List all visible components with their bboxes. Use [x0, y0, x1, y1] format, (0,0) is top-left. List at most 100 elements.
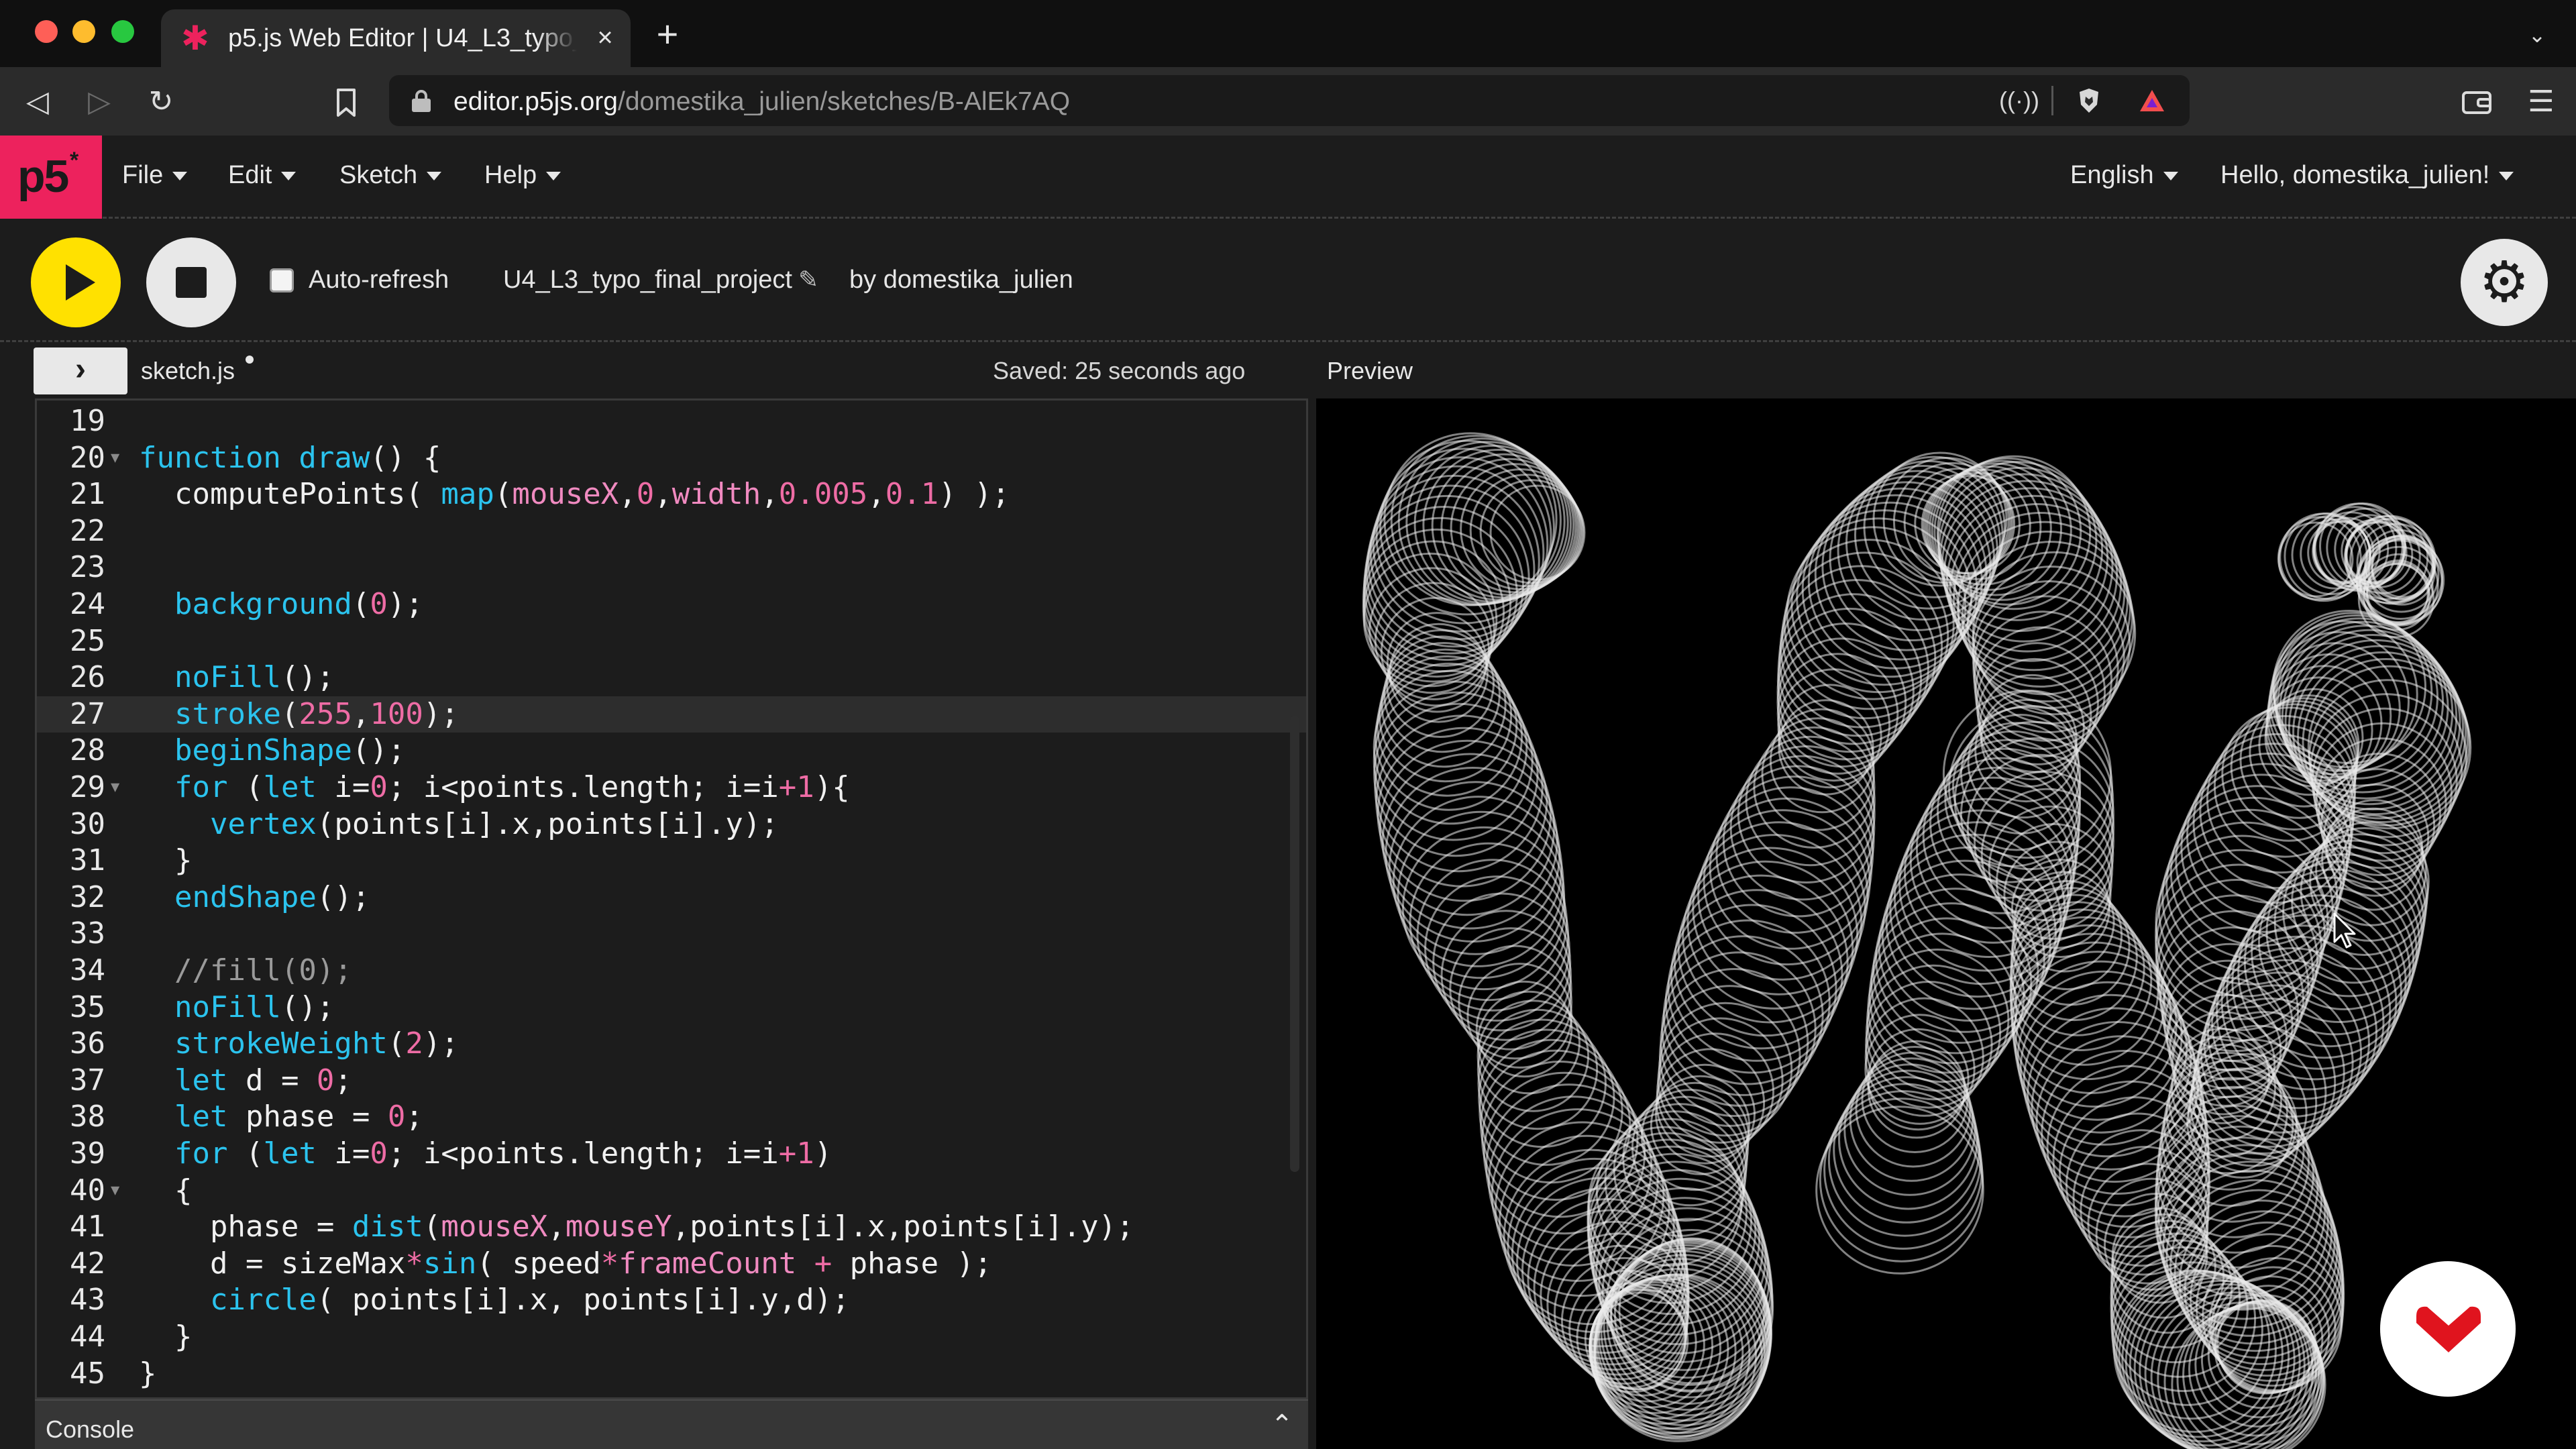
- caret-down-icon: [2163, 172, 2178, 181]
- code-text[interactable]: function draw() {: [139, 440, 441, 477]
- menu-help[interactable]: Help: [484, 161, 561, 190]
- code-line[interactable]: 28 beginShape();: [37, 733, 1306, 769]
- code-line[interactable]: 23: [37, 549, 1306, 586]
- code-text[interactable]: noFill();: [139, 989, 334, 1026]
- code-line[interactable]: 42 d = sizeMax*sin( speed*frameCount + p…: [37, 1246, 1306, 1283]
- code-line[interactable]: 25: [37, 623, 1306, 660]
- code-text[interactable]: phase = dist(mouseX,mouseY,points[i].x,p…: [139, 1209, 1134, 1246]
- stop-button[interactable]: [146, 237, 236, 327]
- code-text[interactable]: d = sizeMax*sin( speed*frameCount + phas…: [139, 1246, 992, 1283]
- new-tab-button[interactable]: +: [651, 15, 684, 53]
- menu-sketch[interactable]: Sketch: [339, 161, 442, 190]
- forward-icon[interactable]: ▷: [79, 82, 119, 122]
- code-line[interactable]: 41 phase = dist(mouseX,mouseY,points[i].…: [37, 1209, 1306, 1246]
- code-line[interactable]: 34 //fill(0);: [37, 953, 1306, 989]
- code-text[interactable]: }: [139, 1356, 157, 1393]
- lock-icon: [412, 90, 431, 112]
- code-line[interactable]: 30 vertex(points[i].x,points[i].y);: [37, 806, 1306, 843]
- menu-icon[interactable]: ☰: [2522, 83, 2560, 121]
- window-close-button[interactable]: [35, 20, 58, 43]
- p5-logo[interactable]: p5 *: [0, 136, 102, 219]
- editor-scrollbar[interactable]: [1290, 716, 1299, 1172]
- code-line[interactable]: 43 circle( points[i].x, points[i].y,d);: [37, 1282, 1306, 1319]
- tab-list-chevron-icon[interactable]: ⌄: [2522, 20, 2552, 50]
- code-line[interactable]: 24 background(0);: [37, 586, 1306, 623]
- cast-icon[interactable]: ((·)): [1999, 85, 2039, 117]
- reload-icon[interactable]: ↻: [141, 82, 181, 122]
- window-minimize-button[interactable]: [72, 20, 95, 43]
- code-line[interactable]: 38 let phase = 0;: [37, 1099, 1306, 1136]
- code-line[interactable]: 35 noFill();: [37, 989, 1306, 1026]
- file-tab-name[interactable]: sketch.js: [141, 357, 235, 385]
- code-line[interactable]: 37 let d = 0;: [37, 1063, 1306, 1099]
- browser-tab[interactable]: ✱ p5.js Web Editor | U4_L3_typo_final_pr…: [161, 9, 631, 67]
- back-icon[interactable]: ◁: [17, 82, 58, 122]
- code-text[interactable]: vertex(points[i].x,points[i].y);: [139, 806, 779, 843]
- project-name[interactable]: U4_L3_typo_final_project: [503, 266, 792, 294]
- fold-arrow-icon[interactable]: ▼: [111, 769, 119, 806]
- code-text[interactable]: stroke(255,100);: [139, 696, 459, 733]
- window-zoom-button[interactable]: [111, 20, 134, 43]
- menu-edit[interactable]: Edit: [228, 161, 297, 190]
- play-button[interactable]: [31, 237, 121, 327]
- domestika-badge[interactable]: [2380, 1261, 2516, 1397]
- user-menu[interactable]: Hello, domestika_julien!: [2220, 161, 2514, 190]
- auto-refresh-checkbox[interactable]: [270, 268, 294, 292]
- code-line[interactable]: 39 for (let i=0; i<points.length; i=i+1): [37, 1136, 1306, 1173]
- code-line[interactable]: 36 strokeWeight(2);: [37, 1026, 1306, 1063]
- code-line[interactable]: 40 ▼ {: [37, 1173, 1306, 1210]
- bookmark-icon[interactable]: [326, 82, 366, 122]
- fold-arrow-icon[interactable]: ▼: [111, 1173, 119, 1210]
- code-text[interactable]: circle( points[i].x, points[i].y,d);: [139, 1282, 850, 1319]
- fold-arrow-icon[interactable]: ▼: [111, 440, 119, 477]
- code-text[interactable]: noFill();: [139, 659, 334, 696]
- url-text[interactable]: editor.p5js.org/domestika_julien/sketche…: [453, 87, 1070, 117]
- code-line[interactable]: 27 stroke(255,100);: [37, 696, 1306, 733]
- code-text[interactable]: {: [139, 1173, 193, 1210]
- code-text[interactable]: strokeWeight(2);: [139, 1026, 459, 1063]
- chevron-up-icon[interactable]: ⌃: [1265, 1410, 1299, 1440]
- url-host: editor.p5js.org: [453, 87, 618, 116]
- code-text[interactable]: let d = 0;: [139, 1063, 352, 1099]
- code-text[interactable]: computePoints( map(mouseX,0,width,0.005,…: [139, 476, 1010, 513]
- code-line[interactable]: 20 ▼ function draw() {: [37, 440, 1306, 477]
- sketch-preview[interactable]: [1316, 398, 2576, 1449]
- brave-shield-icon[interactable]: [2073, 85, 2105, 117]
- console-panel[interactable]: Console ⌃: [35, 1399, 1308, 1449]
- code-text[interactable]: }: [139, 843, 193, 879]
- code-line[interactable]: 45}: [37, 1356, 1306, 1393]
- tab-close-icon[interactable]: ×: [590, 23, 620, 52]
- language-menu[interactable]: English: [2070, 161, 2178, 190]
- line-number: 22: [70, 513, 105, 548]
- code-editor[interactable]: 19 20 ▼ function draw() {21 computePoints( …: [35, 398, 1308, 1399]
- code-line[interactable]: 29 ▼ for (let i=0; i<points.length; i=i+1…: [37, 769, 1306, 806]
- code-text[interactable]: for (let i=0; i<points.length; i=i+1): [139, 1136, 832, 1173]
- code-text[interactable]: endShape();: [139, 879, 370, 916]
- menu-file[interactable]: File: [122, 161, 188, 190]
- address-bar[interactable]: editor.p5js.org/domestika_julien/sketche…: [389, 75, 2190, 126]
- code-line[interactable]: 44 }: [37, 1319, 1306, 1356]
- code-text[interactable]: background(0);: [139, 586, 423, 623]
- p5-nav-bar: p5 * File Edit Sketch Help English Hello,…: [0, 136, 2576, 219]
- code-line[interactable]: 19: [37, 403, 1306, 440]
- code-text[interactable]: }: [139, 1319, 193, 1356]
- wallet-icon[interactable]: [2458, 83, 2496, 121]
- code-text[interactable]: let phase = 0;: [139, 1099, 423, 1136]
- auto-refresh-label: Auto-refresh: [309, 266, 449, 294]
- p5-favicon-icon: ✱: [181, 19, 209, 57]
- code-text[interactable]: //fill(0);: [139, 953, 352, 989]
- code-line[interactable]: 33: [37, 916, 1306, 953]
- code-text[interactable]: beginShape();: [139, 733, 405, 769]
- code-line[interactable]: 31 }: [37, 843, 1306, 879]
- code-line[interactable]: 32 endShape();: [37, 879, 1306, 916]
- line-number: 28: [70, 733, 105, 768]
- preview-canvas[interactable]: [1316, 398, 2576, 1449]
- code-line[interactable]: 26 noFill();: [37, 659, 1306, 696]
- code-text[interactable]: for (let i=0; i<points.length; i=i+1){: [139, 769, 850, 806]
- code-line[interactable]: 22: [37, 513, 1306, 550]
- pencil-icon[interactable]: ✎: [798, 266, 818, 294]
- brave-rewards-icon[interactable]: [2136, 85, 2168, 117]
- settings-gear-icon[interactable]: ⚙: [2461, 239, 2548, 326]
- sidebar-expand-button[interactable]: ›: [34, 347, 127, 394]
- code-line[interactable]: 21 computePoints( map(mouseX,0,width,0.0…: [37, 476, 1306, 513]
